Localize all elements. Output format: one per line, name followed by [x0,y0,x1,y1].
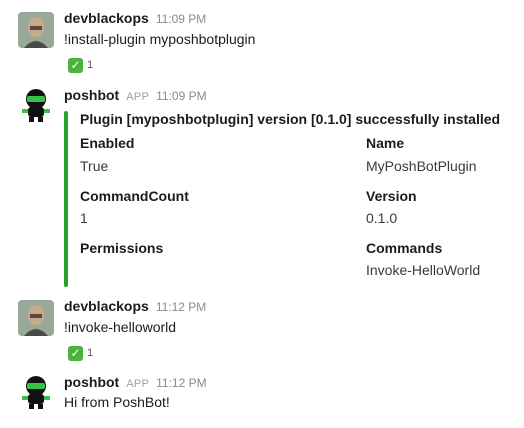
message-text: !invoke-helloworld [64,319,177,335]
message: poshbot APP 11:12 PM Hi from PoshBot! [0,374,524,420]
check-mark-icon: ✓ [68,345,83,361]
reaction-count: 1 [87,59,94,71]
author-name[interactable]: devblackops [64,298,149,314]
field-label: Enabled [80,135,135,151]
field-value: 1 [80,210,88,226]
author-name[interactable]: poshbot [64,374,119,390]
timestamp[interactable]: 11:09 PM [156,89,206,103]
message-text: Hi from PoshBot! [64,394,170,410]
message: devblackops 11:12 PM !invoke-helloworld … [0,298,524,368]
user-avatar[interactable] [18,300,54,336]
reaction-count: 1 [87,347,94,359]
reaction-button[interactable]: ✓ 1 [64,55,97,75]
field-label: CommandCount [80,188,189,204]
field-value: MyPoshBotPlugin [366,158,477,174]
field-value: True [80,158,109,174]
user-avatar[interactable] [18,12,54,48]
author-name[interactable]: devblackops [64,10,149,26]
message-text: !install-plugin myposhbotplugin [64,31,256,47]
timestamp[interactable]: 11:12 PM [156,376,206,390]
field-value: 0.1.0 [366,210,398,226]
message-attachment: Plugin [myposhbotplugin] version [0.1.0]… [64,111,504,287]
field-label: Version [366,188,417,204]
bot-avatar[interactable] [18,87,54,123]
field-value: Invoke-HelloWorld [366,262,481,278]
message: poshbot APP 11:09 PM Plugin [myposhbotpl… [0,87,524,287]
check-mark-icon: ✓ [68,57,83,73]
attachment-title: Plugin [myposhbotplugin] version [0.1.0]… [80,111,501,127]
author-name[interactable]: poshbot [64,87,119,103]
message: devblackops 11:09 PM !install-plugin myp… [0,10,524,80]
bot-avatar[interactable] [18,374,54,410]
field-label: Name [366,135,405,151]
reaction-button[interactable]: ✓ 1 [64,343,97,363]
field-label: Permissions [80,240,164,256]
app-badge: APP [126,378,150,390]
timestamp[interactable]: 11:12 PM [156,300,206,314]
timestamp[interactable]: 11:09 PM [156,12,206,26]
field-label: Commands [366,240,443,256]
app-badge: APP [126,91,150,103]
attachment-color-bar [64,111,68,287]
